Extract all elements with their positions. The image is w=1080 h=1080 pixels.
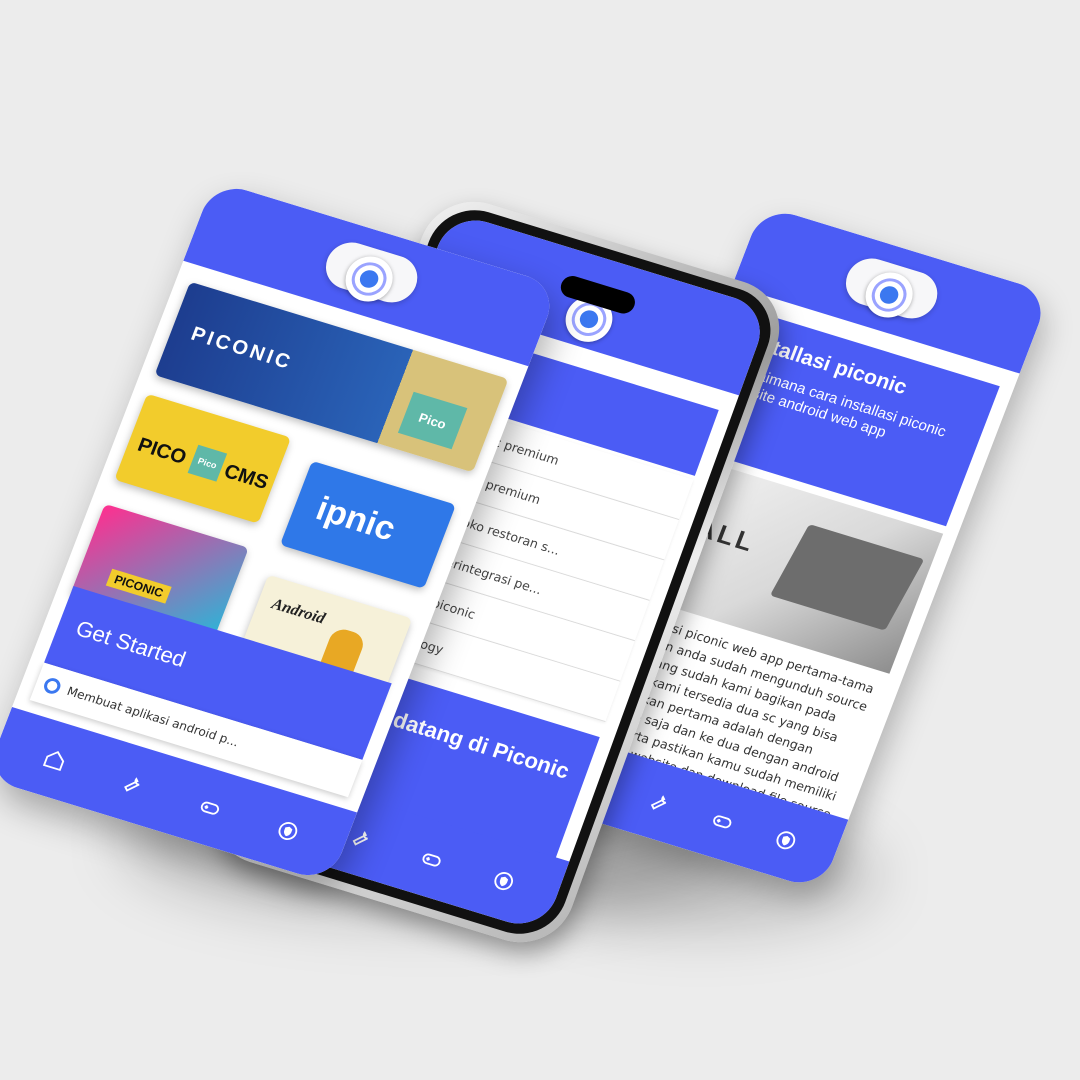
thumb-ipnic[interactable]: ipnic: [279, 460, 456, 589]
gamepad-icon[interactable]: [705, 805, 739, 837]
shield-icon[interactable]: [487, 865, 521, 897]
thumb-label: PICONIC: [187, 323, 296, 375]
gamepad-icon[interactable]: [415, 843, 449, 875]
thumb-label2: CMS: [220, 460, 272, 494]
thumb-label: ipnic: [311, 489, 401, 549]
piconic-mini-logo-icon: [41, 676, 63, 696]
wrench-icon[interactable]: [115, 767, 149, 799]
shield-icon[interactable]: [769, 824, 803, 856]
home-icon[interactable]: [37, 744, 71, 776]
mockup-stage: Installasi piconic Bagaimana cara instal…: [0, 0, 1080, 1080]
laptop-shape: [769, 524, 925, 631]
thumb-badge: Pico: [187, 444, 228, 482]
thumb-label: Android: [269, 595, 328, 628]
shield-icon[interactable]: [270, 815, 304, 847]
thumb-label: PICO: [134, 433, 190, 469]
wrench-icon[interactable]: [642, 786, 676, 818]
thumb-sub: Pico: [397, 391, 468, 450]
gamepad-icon[interactable]: [193, 791, 227, 823]
thumb-pico-cms[interactable]: PICO Pico CMS: [114, 393, 292, 524]
